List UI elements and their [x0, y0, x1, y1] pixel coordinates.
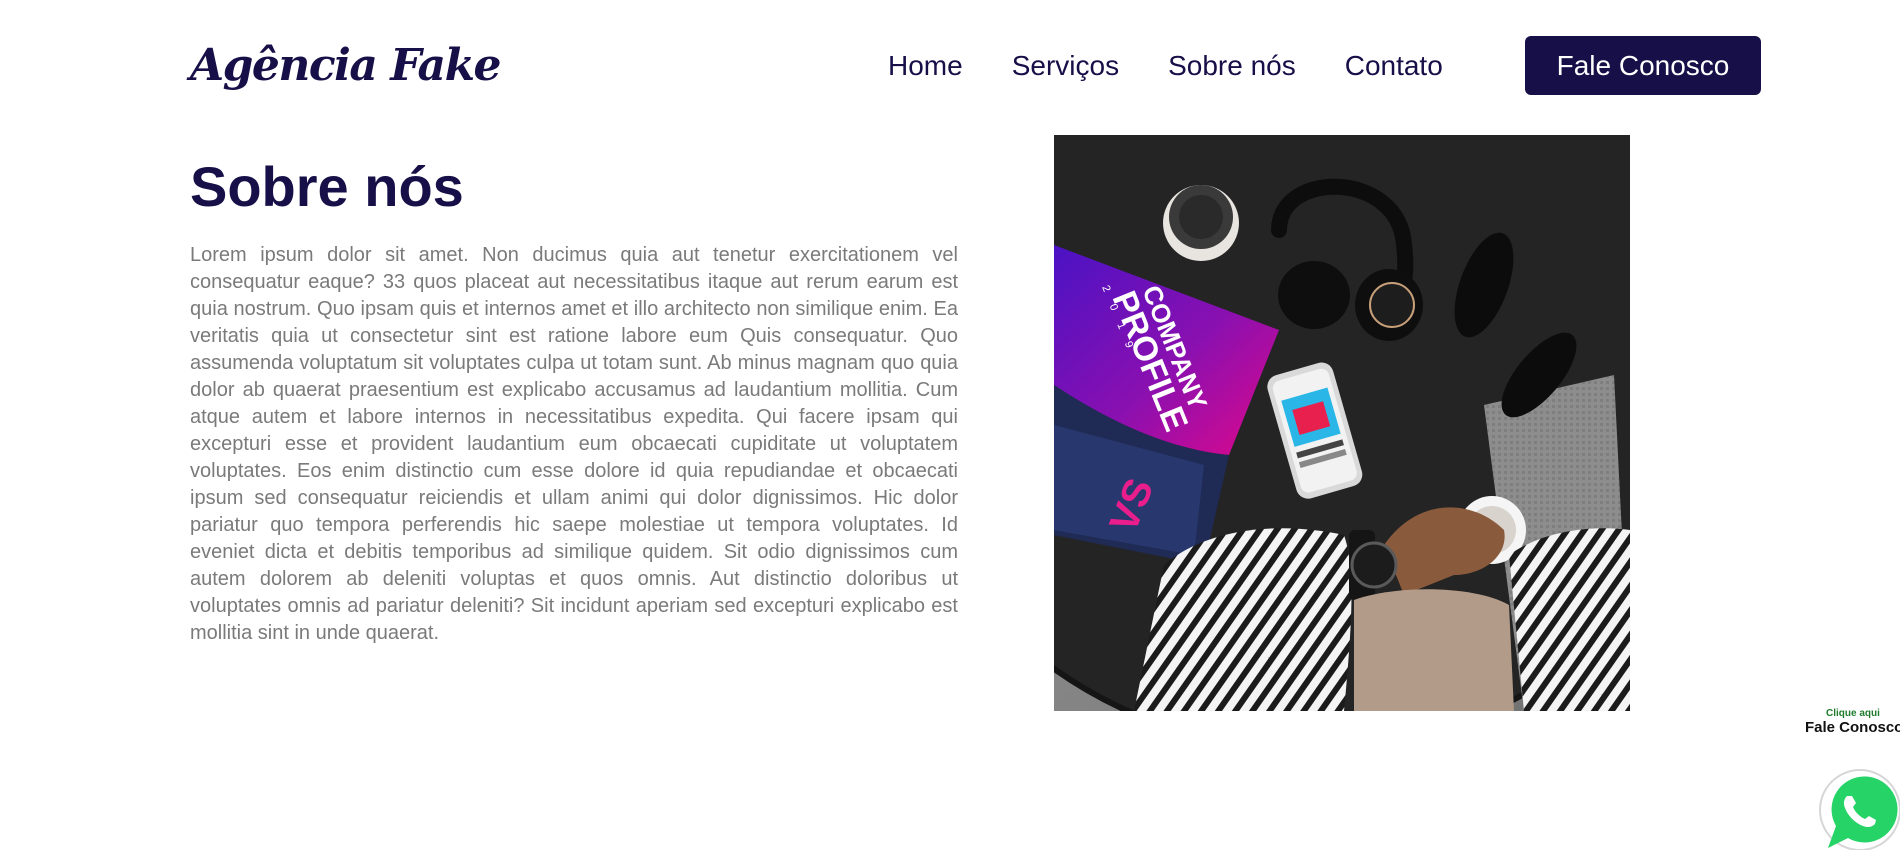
nav-link-contato[interactable]: Contato — [1345, 46, 1443, 86]
main-nav: Home Serviços Sobre nós Contato — [888, 46, 1492, 86]
about-paragraph: Lorem ipsum dolor sit amet. Non ducimus … — [190, 244, 958, 644]
nav-link-sobre-nos[interactable]: Sobre nós — [1168, 46, 1296, 86]
nav-link-servicos[interactable]: Serviços — [1012, 46, 1119, 86]
contact-button[interactable]: Fale Conosco — [1525, 36, 1761, 95]
whatsapp-label[interactable]: Clique aqui Fale Conosco — [1805, 707, 1900, 735]
whatsapp-button[interactable] — [1814, 768, 1900, 850]
about-photo: COMPANY PROFILE 2019 VS — [1054, 135, 1630, 711]
whatsapp-label-big: Fale Conosco — [1805, 719, 1900, 736]
whatsapp-icon — [1819, 769, 1900, 850]
logo[interactable]: Agência Fake — [190, 36, 502, 96]
nav-link-home[interactable]: Home — [888, 46, 963, 86]
page-title: Sobre nós — [190, 155, 464, 218]
